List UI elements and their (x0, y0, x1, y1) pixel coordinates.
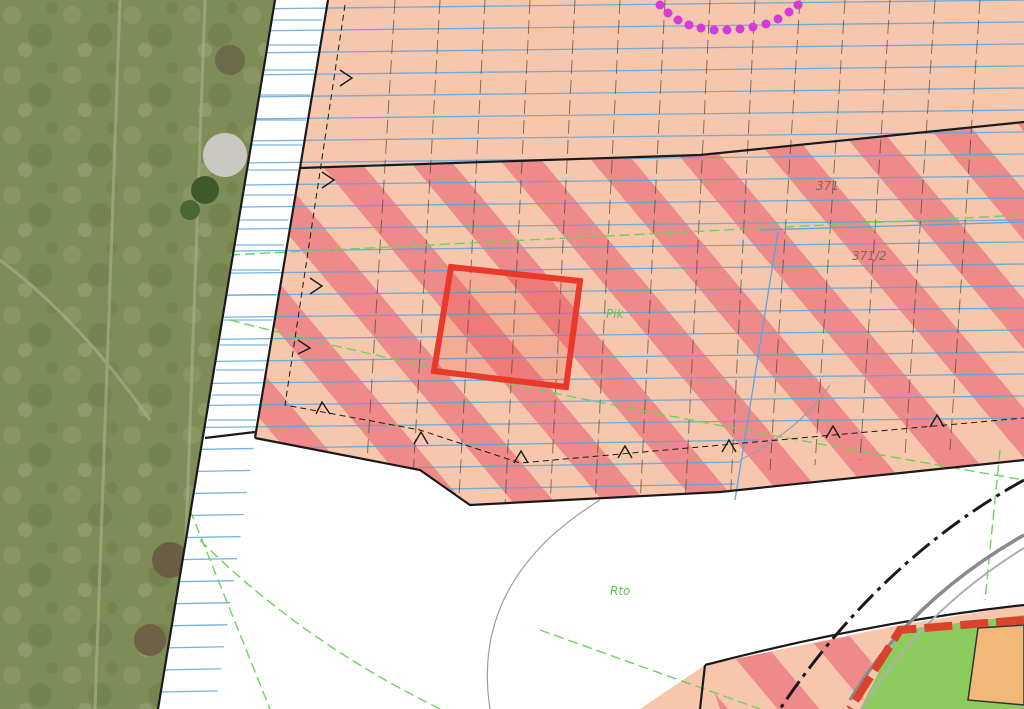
zone-hatched[interactable] (255, 122, 1024, 505)
orange-building[interactable] (967, 624, 1024, 706)
zone-label-rto: Rto (610, 584, 630, 598)
parcel-label-371-2: 371/2 (852, 249, 887, 263)
parcel-label-371: 371 (816, 179, 839, 193)
zone-label-pik: Pik (606, 307, 625, 321)
zoning-map[interactable]: 371 371/2 Pik Rto (0, 0, 1024, 709)
highlighted-parcel[interactable] (430, 263, 584, 391)
